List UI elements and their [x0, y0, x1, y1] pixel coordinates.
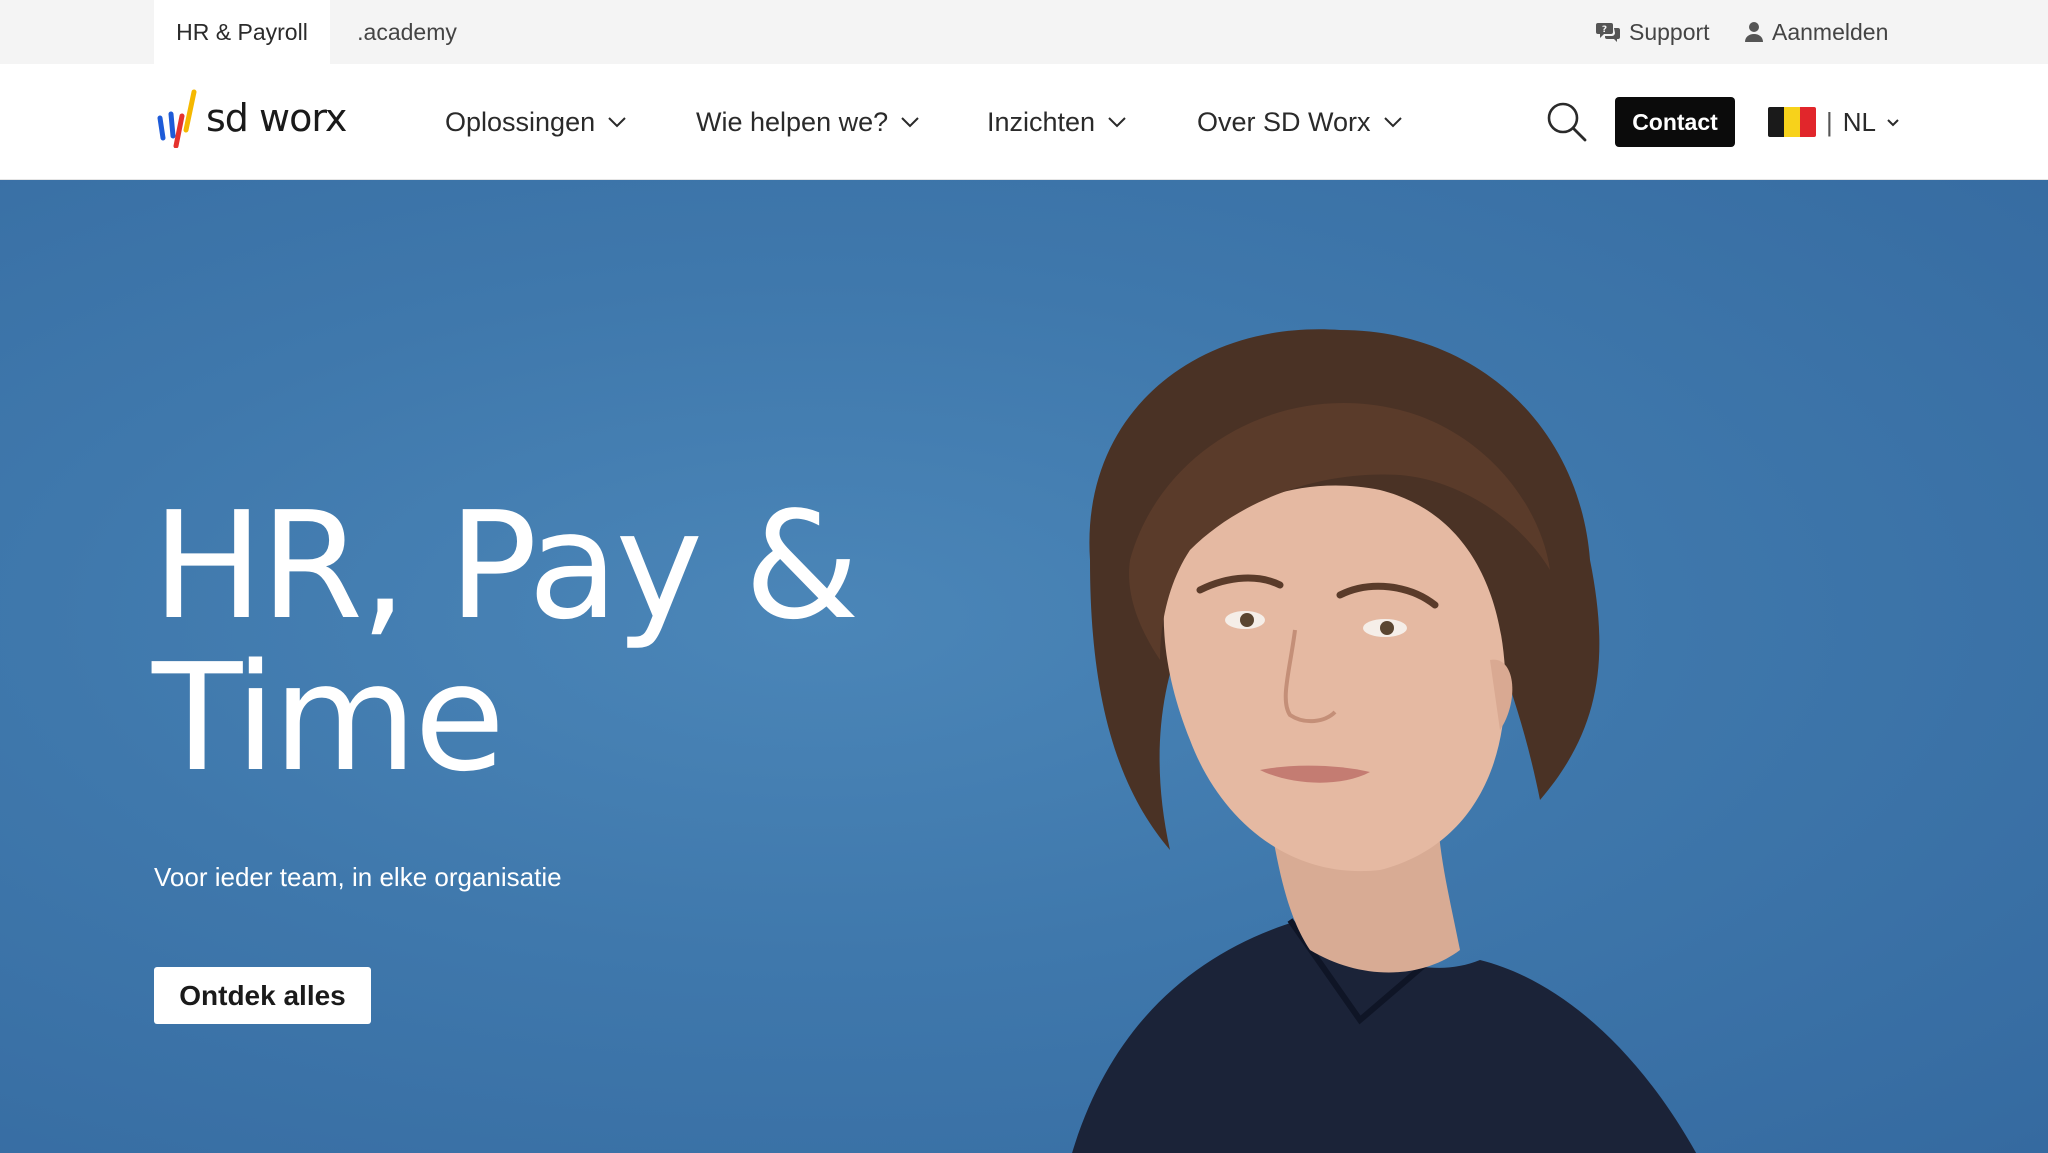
language-separator: | [1826, 106, 1833, 137]
chevron-down-icon [1108, 117, 1126, 128]
logo-mark-icon [157, 89, 197, 148]
support-label: Support [1629, 18, 1710, 45]
support-link[interactable]: ? Support [1595, 0, 1710, 64]
search-button[interactable] [1545, 100, 1589, 144]
hero-banner: HR, Pay & Time Voor ieder team, in elke … [0, 180, 2048, 1153]
login-link[interactable]: Aanmelden [1744, 0, 1888, 64]
hero-title: HR, Pay & Time [152, 480, 860, 804]
language-selector[interactable]: | NL [1768, 97, 1900, 147]
nav-wie-helpen-we-label: Wie helpen we? [696, 106, 889, 137]
main-navigation: sd worx Oplossingen Wie helpen we? Inzic… [0, 64, 2048, 180]
sdworx-logo[interactable]: sd worx [154, 86, 347, 150]
chevron-down-icon [901, 117, 919, 128]
nav-inzichten[interactable]: Inzichten [987, 64, 1127, 180]
tab-academy[interactable]: .academy [344, 0, 470, 64]
tab-hr-payroll[interactable]: HR & Payroll [154, 0, 330, 64]
tab-academy-label: .academy [357, 18, 457, 45]
nav-wie-helpen-we[interactable]: Wie helpen we? [696, 64, 920, 180]
top-utility-bar: HR & Payroll .academy ? Support Aanmelde… [0, 0, 2048, 64]
contact-button[interactable]: Contact [1615, 97, 1735, 147]
language-code: NL [1842, 106, 1877, 137]
search-icon [1547, 102, 1587, 142]
nav-oplossingen[interactable]: Oplossingen [445, 64, 627, 180]
user-icon [1744, 21, 1764, 43]
support-icon: ? [1595, 20, 1621, 44]
language-chevron-icon [1887, 118, 1899, 126]
discover-all-button[interactable]: Ontdek alles [154, 967, 371, 1024]
chevron-down-icon [1383, 117, 1402, 128]
belgium-flag-icon [1768, 107, 1816, 137]
svg-text:?: ? [1602, 25, 1607, 35]
hero-portrait-image [1072, 329, 1697, 1153]
nav-over-sd-worx-label: Over SD Worx [1197, 106, 1371, 137]
discover-all-label: Ontdek alles [179, 979, 346, 1011]
tab-hr-payroll-label: HR & Payroll [176, 18, 308, 45]
hero-subtitle: Voor ieder team, in elke organisatie [154, 862, 562, 892]
login-label: Aanmelden [1772, 18, 1889, 45]
contact-label: Contact [1632, 108, 1718, 135]
nav-over-sd-worx[interactable]: Over SD Worx [1197, 64, 1403, 180]
chevron-down-icon [608, 117, 626, 128]
logo-wordmark: sd worx [206, 96, 347, 140]
nav-oplossingen-label: Oplossingen [445, 106, 596, 137]
nav-inzichten-label: Inzichten [987, 106, 1096, 137]
